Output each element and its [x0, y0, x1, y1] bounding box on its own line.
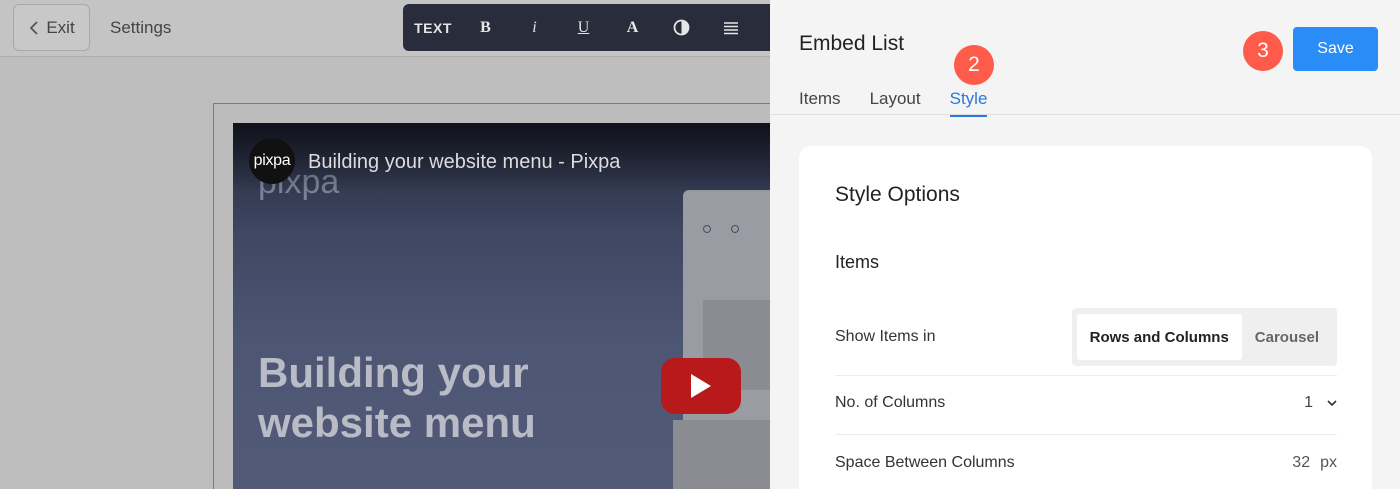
- mock-dot: [731, 225, 739, 233]
- exit-label: Exit: [46, 17, 75, 37]
- chevron-left-icon: [30, 20, 38, 35]
- space-value: 32: [1292, 454, 1311, 471]
- save-button[interactable]: Save: [1293, 27, 1378, 71]
- items-section-title: Items: [835, 252, 880, 272]
- video-headline: Building your website menu: [258, 349, 536, 446]
- show-items-toggle: Rows and Columns Carousel: [1071, 308, 1337, 366]
- space-between-columns-row: Space Between Columns 32 px: [835, 454, 1337, 472]
- contrast-button[interactable]: [657, 4, 706, 51]
- step-badge-2: 2: [954, 45, 994, 85]
- row-divider: [835, 375, 1337, 376]
- show-items-row: Show Items in Rows and Columns Carousel: [835, 308, 1337, 366]
- video-title[interactable]: Building your website menu - Pixpa: [308, 151, 620, 174]
- step-badge-3: 3: [1243, 31, 1283, 71]
- tab-style[interactable]: Style: [949, 89, 988, 117]
- font-color-button[interactable]: A: [608, 4, 657, 51]
- style-options-card: Style Options Items Show Items in Rows a…: [799, 146, 1372, 489]
- mock-tile: [673, 420, 770, 489]
- columns-label: No. of Columns: [835, 394, 946, 411]
- play-button[interactable]: [661, 358, 741, 414]
- space-between-columns-input[interactable]: 32 px: [1292, 454, 1337, 472]
- option-rows-and-columns[interactable]: Rows and Columns: [1076, 314, 1242, 360]
- embed-list-panel: Embed List Items Layout Style 2 3 Save S…: [770, 0, 1400, 489]
- panel-title: Embed List: [799, 32, 905, 55]
- panel-tabs: Items Layout Style: [799, 89, 988, 117]
- settings-link[interactable]: Settings: [110, 18, 171, 38]
- mock-dot: [703, 225, 711, 233]
- align-justify-icon: [723, 21, 738, 34]
- show-items-label: Show Items in: [835, 328, 936, 345]
- text-format-toolbar: TEXT B i U A: [403, 4, 770, 51]
- option-carousel[interactable]: Carousel: [1242, 314, 1332, 360]
- exit-button[interactable]: Exit: [13, 4, 90, 51]
- underline-button[interactable]: U: [559, 4, 608, 51]
- columns-row: No. of Columns 1: [835, 394, 1337, 412]
- video-mock-device: [673, 190, 770, 489]
- row-divider: [835, 434, 1337, 435]
- tab-layout[interactable]: Layout: [870, 89, 921, 117]
- style-options-title: Style Options: [835, 183, 960, 206]
- columns-select[interactable]: 1: [1304, 394, 1337, 412]
- columns-value: 1: [1304, 394, 1313, 411]
- italic-button[interactable]: i: [510, 4, 559, 51]
- editor-topbar: Exit Settings TEXT B i U A: [0, 0, 770, 57]
- panel-header: Embed List Items Layout Style 2 3 Save: [770, 0, 1400, 117]
- space-between-columns-label: Space Between Columns: [835, 454, 1015, 471]
- bold-button[interactable]: B: [461, 4, 510, 51]
- space-unit: px: [1320, 454, 1337, 471]
- text-style-button[interactable]: TEXT: [414, 4, 451, 51]
- chevron-down-icon: [1327, 399, 1337, 406]
- align-button[interactable]: [706, 4, 755, 51]
- channel-avatar[interactable]: pixpa: [249, 138, 295, 184]
- contrast-icon: [673, 19, 690, 36]
- video-embed[interactable]: pixpa pixpa Building your website menu -…: [233, 123, 770, 489]
- tab-items[interactable]: Items: [799, 89, 841, 117]
- play-icon: [691, 374, 711, 398]
